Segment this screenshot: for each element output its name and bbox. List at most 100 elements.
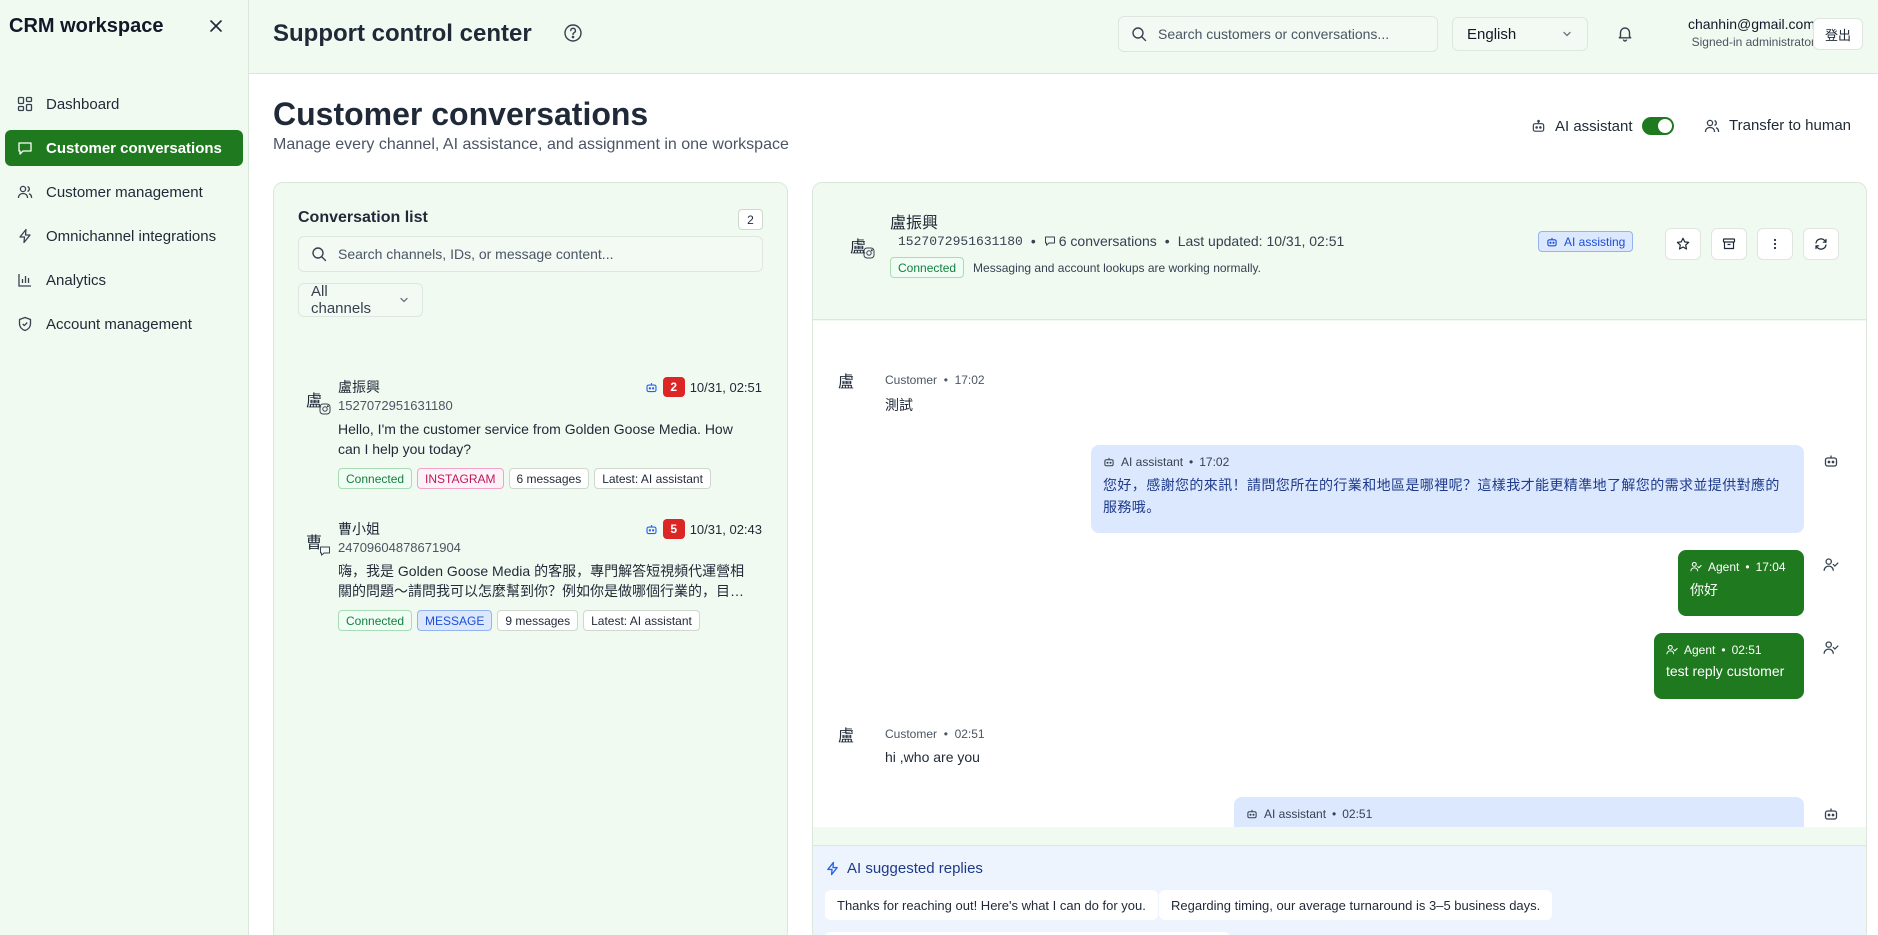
robot-icon [1246,808,1258,820]
close-icon[interactable] [206,16,226,36]
message-role: Customer [885,727,938,741]
archive-icon [1722,237,1736,251]
chat-panel: 盧 盧振興 1527072951631180 • 6 conversations… [812,182,1867,935]
search-icon [311,246,327,262]
robot-icon [645,523,658,536]
message-time: 17:04 [1755,560,1786,574]
chat-info-line: 1527072951631180 • 6 conversations • Las… [898,233,1344,249]
sidebar-item-label: Dashboard [46,95,120,113]
message-text: 測試 [885,397,913,413]
suggestions-title: AI suggested replies [825,860,983,877]
message-text: 你好 [1690,582,1718,598]
page-title: Customer conversations [273,96,649,132]
conversation-list-panel: Conversation list 2 All channels 盧 盧振興 1… [273,182,788,935]
channel-filter-select[interactable]: All channels [298,283,423,317]
chat-header: 盧 盧振興 1527072951631180 • 6 conversations… [813,183,1866,320]
status-badge: Connected [890,257,965,278]
conversation-preview: 嗨，我是 Golden Goose Media 的客服，專門解答短視頻代運營相關… [338,563,745,599]
bolt-icon [825,861,840,876]
refresh-button[interactable] [1803,228,1839,260]
ai-assisting-label: AI assisting [1564,234,1626,249]
message-meta: Customer • 02:51 [885,727,985,741]
shield-icon [17,316,33,332]
conversation-id: 1527072951631180 [338,398,453,413]
chat-customer-name: 盧振興 [890,215,939,232]
agent-message-bubble: Agent • 17:04 你好 [1678,550,1804,616]
archive-button[interactable] [1711,228,1747,260]
separator-dot: • [1030,233,1036,249]
sidebar-item-label: Analytics [46,271,107,289]
sidebar-header: CRM workspace [0,0,248,52]
message-text: hi ,who are you [885,749,980,765]
sidebar-item-label: Customer management [46,183,203,201]
message-time: 17:02 [954,373,985,387]
sidebar-item-analytics[interactable]: Analytics [5,262,243,298]
chat-icon [17,140,33,156]
bell-icon[interactable] [1616,24,1636,44]
help-icon[interactable] [563,23,583,43]
search-icon [1131,26,1147,42]
chat-messages: 盧 Customer • 17:02 測試 AI assistant • 17:… [813,321,1866,827]
conversation-time: 10/31, 02:51 [689,379,762,395]
message-meta: AI assistant • 02:51 [1246,807,1792,821]
agent-message-bubble: Agent • 02:51 test reply customer [1654,633,1804,699]
suggested-reply-chip[interactable]: Regarding timing, our average turnaround… [1159,890,1553,920]
sidebar-item-label: Customer conversations [46,139,222,157]
message-time: 02:51 [1342,807,1373,821]
star-button[interactable] [1665,228,1701,260]
sidebar-item-customer-management[interactable]: Customer management [5,174,243,210]
user-check-icon [1690,561,1702,573]
page-subtitle: Manage every channel, AI assistance, and… [273,136,789,153]
global-search[interactable] [1118,16,1438,52]
sidebar-item-customer-conversations[interactable]: Customer conversations [5,130,243,166]
robot-icon [1823,453,1839,469]
unread-badge: 2 [662,377,685,397]
message-role: Agent [1684,643,1716,657]
message-role: Agent [1708,560,1740,574]
chevron-down-icon [1561,28,1573,40]
message-count-badge: 6 messages [508,468,590,489]
message-time: 17:02 [1199,455,1230,469]
suggested-reply-chip[interactable]: Thanks for reaching out! Here's what I c… [825,890,1158,920]
channel-badge: MESSAGE [417,610,493,631]
conversation-tags: Connected INSTAGRAM 6 messages Latest: A… [338,468,711,489]
channel-badge: INSTAGRAM [417,468,504,489]
user-check-icon [1823,557,1839,573]
users-icon [17,184,33,200]
message-time: 02:51 [954,727,985,741]
conversation-item[interactable]: 盧 盧振興 1527072951631180 2 10/31, 02:51 He… [298,377,768,497]
sidebar-item-omnichannel-integrations[interactable]: Omnichannel integrations [5,218,243,254]
transfer-label: Transfer to human [1729,117,1851,134]
message-role: AI assistant [1264,807,1327,821]
message-meta: Agent • 02:51 [1666,643,1792,657]
global-search-input[interactable] [1158,26,1408,42]
status-badge: Connected [338,468,413,489]
logout-button[interactable]: 登出 [1813,18,1863,50]
sidebar-item-account-management[interactable]: Account management [5,306,243,342]
conversation-list-title: Conversation list [298,209,428,226]
conversation-search[interactable] [298,236,763,272]
status-text: Messaging and account lookups are workin… [973,260,1261,275]
avatar: 盧 [838,374,855,391]
star-icon [1676,237,1690,251]
conversation-search-input[interactable] [338,246,738,262]
ai-toggle-label: AI assistant [1555,117,1633,135]
transfer-to-human-button[interactable]: Transfer to human [1704,117,1851,134]
sidebar-item-label: Account management [46,315,192,333]
separator-dot: • [1189,455,1194,469]
ai-assisting-badge: AI assisting [1538,231,1634,252]
conversation-item[interactable]: 曹 曹小姐 24709604878671904 5 10/31, 02:43 嗨… [298,519,768,639]
more-button[interactable] [1757,228,1793,260]
instagram-icon [863,247,875,259]
refresh-icon [1814,237,1828,251]
chat-status-row: Connected Messaging and account lookups … [890,257,1261,278]
conversation-name: 盧振興 [338,379,380,395]
language-select[interactable]: English [1452,17,1588,51]
conversation-meta: 2 10/31, 02:51 [645,377,762,397]
ai-toggle-switch[interactable] [1641,117,1674,135]
unread-badge: 5 [662,519,685,539]
message-text: 您好，感謝您的來訊！請問您所在的行業和地區是哪裡呢？這樣我才能更精準地了解您的需… [1103,477,1780,515]
sidebar-item-dashboard[interactable]: Dashboard [5,86,243,122]
sidebar: CRM workspace Dashboard Customer convers… [0,0,249,935]
separator-dot: • [1332,807,1337,821]
